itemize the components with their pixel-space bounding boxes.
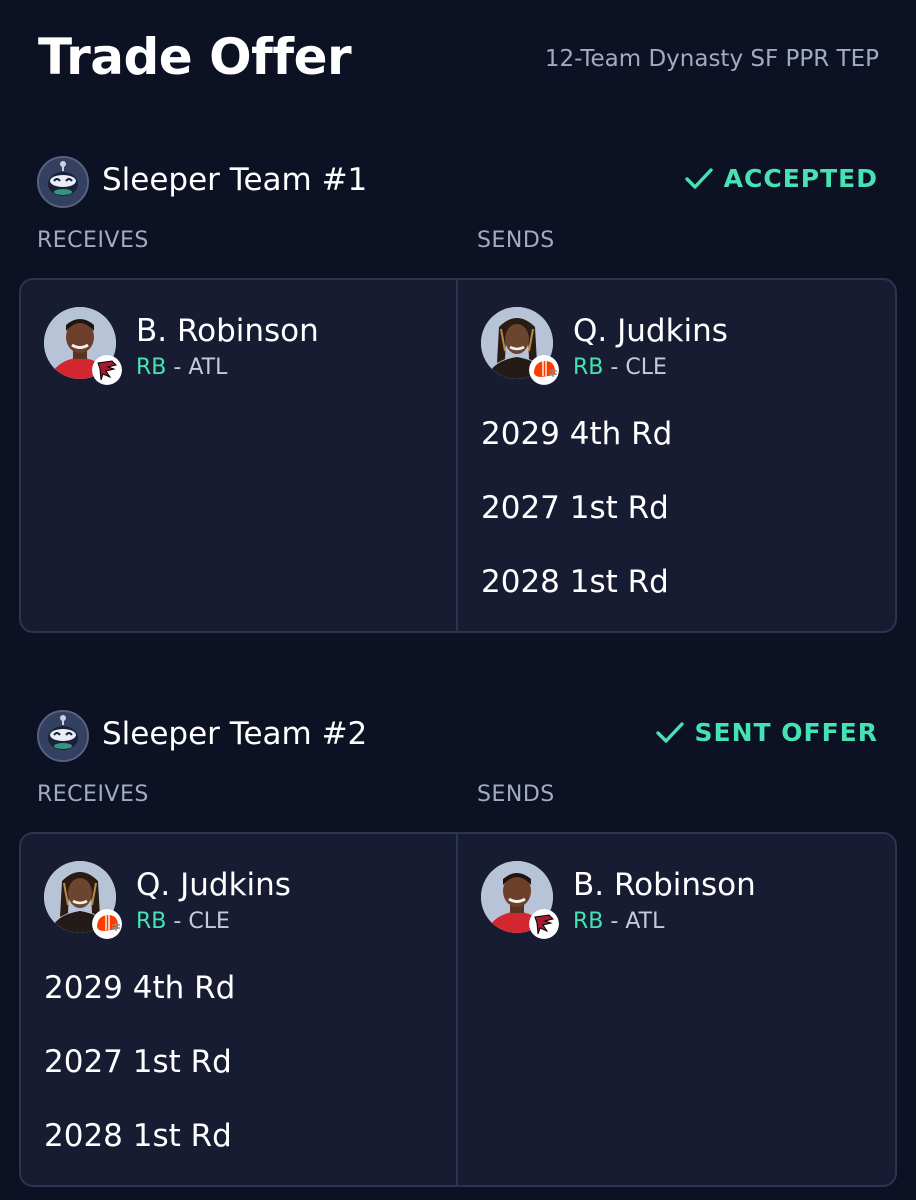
team-avatar-icon[interactable]	[37, 710, 89, 762]
sends-label: SENDS	[477, 782, 555, 807]
receives-label: RECEIVES	[37, 228, 149, 253]
browns-helmet-icon	[92, 909, 122, 939]
status-text: SENT OFFER	[694, 718, 878, 747]
trade-panel: B. Robinson RB - ATL Q. Judkins RB - CLE…	[19, 278, 897, 633]
sends-column: Q. Judkins RB - CLE 2029 4th Rd 2027 1st…	[458, 280, 895, 631]
player-team: ATL	[625, 909, 665, 934]
player-team: CLE	[188, 909, 230, 934]
team-name[interactable]: Sleeper Team #2	[102, 716, 367, 752]
player-team: ATL	[188, 355, 228, 380]
team-section-1: Sleeper Team #1 ACCEPTED RECEIVES SENDS	[0, 154, 916, 634]
player-position: RB	[573, 909, 604, 934]
player-name: Q. Judkins	[573, 313, 728, 349]
receives-column: Q. Judkins RB - CLE 2029 4th Rd 2027 1st…	[21, 834, 458, 1185]
player-card[interactable]: B. Robinson RB - ATL	[481, 861, 881, 943]
player-card[interactable]: Q. Judkins RB - CLE	[481, 307, 881, 389]
sends-column: B. Robinson RB - ATL	[458, 834, 895, 1185]
league-name: 12-Team Dynasty SF PPR TEP	[544, 46, 879, 72]
player-meta: RB - CLE	[573, 355, 667, 380]
meta-separator: -	[603, 909, 626, 934]
receives-label: RECEIVES	[37, 782, 149, 807]
falcons-logo-icon	[529, 909, 559, 939]
player-name: Q. Judkins	[136, 867, 291, 903]
player-card[interactable]: B. Robinson RB - ATL	[44, 307, 444, 389]
player-meta: RB - ATL	[573, 909, 664, 934]
meta-separator: -	[166, 355, 189, 380]
player-position: RB	[573, 355, 604, 380]
check-icon	[655, 721, 684, 743]
status-text: ACCEPTED	[723, 164, 878, 193]
meta-separator: -	[603, 355, 626, 380]
draft-pick[interactable]: 2027 1st Rd	[44, 1044, 232, 1080]
team-name[interactable]: Sleeper Team #1	[102, 162, 367, 198]
page-header: Trade Offer 12-Team Dynasty SF PPR TEP	[0, 0, 916, 120]
player-position: RB	[136, 909, 167, 934]
draft-pick[interactable]: 2027 1st Rd	[481, 490, 669, 526]
page-title: Trade Offer	[38, 28, 352, 86]
player-name: B. Robinson	[136, 313, 319, 349]
receives-column: B. Robinson RB - ATL	[21, 280, 458, 631]
player-team: CLE	[625, 355, 667, 380]
trade-panel: Q. Judkins RB - CLE 2029 4th Rd 2027 1st…	[19, 832, 897, 1187]
meta-separator: -	[166, 909, 189, 934]
player-position: RB	[136, 355, 167, 380]
check-icon	[684, 167, 713, 189]
status-badge: SENT OFFER	[655, 718, 879, 747]
team-header: Sleeper Team #1 ACCEPTED	[0, 154, 916, 210]
team-section-2: Sleeper Team #2 SENT OFFER RECEIVES SEND…	[0, 708, 916, 1188]
team-avatar-icon[interactable]	[37, 156, 89, 208]
browns-helmet-icon	[529, 355, 559, 385]
draft-pick[interactable]: 2028 1st Rd	[481, 564, 669, 600]
falcons-logo-icon	[92, 355, 122, 385]
draft-pick[interactable]: 2029 4th Rd	[481, 416, 672, 452]
player-name: B. Robinson	[573, 867, 756, 903]
draft-pick[interactable]: 2029 4th Rd	[44, 970, 235, 1006]
sends-label: SENDS	[477, 228, 555, 253]
status-badge: ACCEPTED	[684, 164, 878, 193]
team-header: Sleeper Team #2 SENT OFFER	[0, 708, 916, 764]
player-card[interactable]: Q. Judkins RB - CLE	[44, 861, 444, 943]
draft-pick[interactable]: 2028 1st Rd	[44, 1118, 232, 1154]
player-meta: RB - CLE	[136, 909, 230, 934]
player-meta: RB - ATL	[136, 355, 227, 380]
